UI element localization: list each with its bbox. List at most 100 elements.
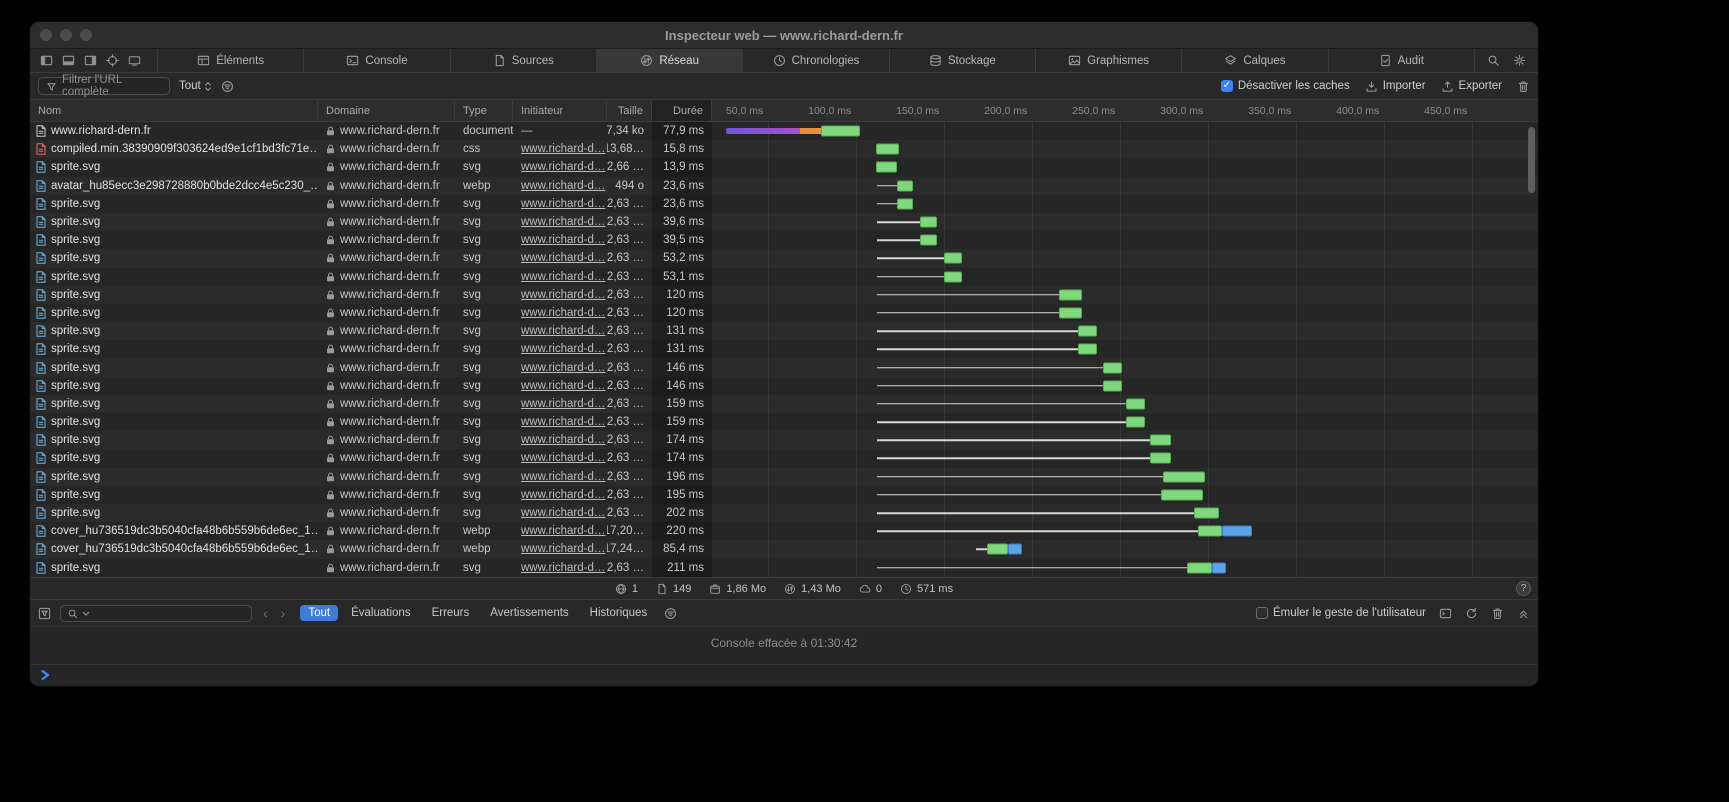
tab-elements[interactable]: Éléments (157, 49, 303, 72)
network-request-row[interactable]: sprite.svgwww.richard-dern.frsvgwww.rich… (30, 468, 1538, 486)
dock-bottom-icon[interactable] (62, 54, 75, 67)
network-request-row[interactable]: sprite.svgwww.richard-dern.frsvgwww.rich… (30, 213, 1538, 231)
console-pane-icon[interactable] (1439, 607, 1452, 620)
network-request-row[interactable]: sprite.svgwww.richard-dern.frsvgwww.rich… (30, 413, 1538, 431)
vertical-scrollbar[interactable] (1528, 127, 1535, 193)
request-initiator[interactable]: www.richard-d… (513, 395, 607, 413)
console-scope-avertissements[interactable]: Avertissements (482, 605, 576, 621)
column-header-duration[interactable]: Durée (652, 100, 712, 121)
request-initiator[interactable]: www.richard-d… (513, 158, 607, 176)
url-filter-input[interactable]: Filtrer l'URL complète (38, 77, 170, 95)
tab-network[interactable]: Réseau (596, 49, 742, 72)
zoom-button[interactable] (80, 29, 92, 41)
console-scope-tout[interactable]: Tout (300, 605, 338, 621)
network-request-row[interactable]: cover_hu736519dc3b5040cfa48b6b559b6de6ec… (30, 522, 1538, 540)
network-request-row[interactable]: sprite.svgwww.richard-dern.frsvgwww.rich… (30, 504, 1538, 522)
trash-icon[interactable] (1517, 80, 1530, 93)
network-request-row[interactable]: sprite.svgwww.richard-dern.frsvgwww.rich… (30, 304, 1538, 322)
gear-icon[interactable] (1513, 54, 1526, 67)
request-initiator[interactable]: www.richard-d… (513, 195, 607, 213)
trash-console-icon[interactable] (1491, 607, 1504, 620)
console-scope-filter-icon[interactable] (664, 607, 677, 620)
column-header-domain[interactable]: Domaine (318, 100, 455, 121)
tab-console[interactable]: Console (303, 49, 449, 72)
console-scope-historiques[interactable]: Historiques (582, 605, 656, 621)
console-filter-box-icon[interactable] (38, 607, 51, 620)
import-button[interactable]: Importer (1365, 80, 1426, 93)
network-request-row[interactable]: sprite.svgwww.richard-dern.frsvgwww.rich… (30, 340, 1538, 358)
request-initiator[interactable]: www.richard-d… (513, 340, 607, 358)
network-request-row[interactable]: sprite.svgwww.richard-dern.frsvgwww.rich… (30, 358, 1538, 376)
network-request-row[interactable]: sprite.svgwww.richard-dern.frsvgwww.rich… (30, 268, 1538, 286)
network-request-row[interactable]: avatar_hu85ecc3e298728880b0bde2dcc4e5c23… (30, 177, 1538, 195)
column-header-type[interactable]: Type (455, 100, 513, 121)
request-initiator[interactable]: www.richard-d… (513, 522, 607, 540)
close-button[interactable] (40, 29, 52, 41)
network-request-row[interactable]: sprite.svgwww.richard-dern.frsvgwww.rich… (30, 377, 1538, 395)
request-initiator[interactable]: www.richard-d… (513, 431, 607, 449)
search-icon[interactable] (1487, 54, 1500, 67)
column-header-name[interactable]: Nom (30, 100, 318, 121)
tab-audit[interactable]: Audit (1328, 49, 1475, 72)
network-request-row[interactable]: sprite.svgwww.richard-dern.frsvgwww.rich… (30, 559, 1538, 577)
column-filter-icon[interactable] (221, 80, 234, 93)
network-request-row[interactable]: cover_hu736519dc3b5040cfa48b6b559b6de6ec… (30, 540, 1538, 558)
request-initiator[interactable]: www.richard-d… (513, 213, 607, 231)
network-request-row[interactable]: sprite.svgwww.richard-dern.frsvgwww.rich… (30, 195, 1538, 213)
request-initiator[interactable]: www.richard-d… (513, 322, 607, 340)
column-header-size[interactable]: Taille (607, 100, 652, 121)
request-initiator[interactable]: www.richard-d… (513, 358, 607, 376)
console-scope-évaluations[interactable]: Évaluations (343, 605, 418, 621)
network-request-row[interactable]: sprite.svgwww.richard-dern.frsvgwww.rich… (30, 158, 1538, 176)
request-initiator[interactable]: www.richard-d… (513, 449, 607, 467)
request-initiator[interactable]: www.richard-d… (513, 377, 607, 395)
network-request-row[interactable]: sprite.svgwww.richard-dern.frsvgwww.rich… (30, 231, 1538, 249)
column-header-initiator[interactable]: Initiateur (513, 100, 607, 121)
network-request-row[interactable]: sprite.svgwww.richard-dern.frsvgwww.rich… (30, 395, 1538, 413)
request-initiator[interactable]: www.richard-d… (513, 413, 607, 431)
network-request-row[interactable]: compiled.min.38390909f303624ed9e1cf1bd3f… (30, 140, 1538, 158)
request-initiator[interactable]: www.richard-d… (513, 231, 607, 249)
network-request-row[interactable]: www.richard-dern.frwww.richard-dern.frdo… (30, 122, 1538, 140)
timeline-tick-label: 400,0 ms (1336, 100, 1384, 121)
emulate-gesture-checkbox[interactable]: Émuler le geste de l'utilisateur (1256, 607, 1426, 619)
export-button[interactable]: Exporter (1441, 80, 1502, 93)
clear-history-icon[interactable] (1465, 607, 1478, 620)
tab-sources[interactable]: Sources (450, 49, 596, 72)
device-icon[interactable] (128, 54, 141, 67)
type-scope-dropdown[interactable]: Tout (179, 80, 212, 92)
request-initiator[interactable]: www.richard-d… (513, 286, 607, 304)
request-initiator[interactable]: www.richard-d… (513, 304, 607, 322)
request-initiator[interactable]: www.richard-d… (513, 140, 607, 158)
console-scope-erreurs[interactable]: Erreurs (424, 605, 478, 621)
tab-timelines[interactable]: Chronologies (742, 49, 888, 72)
request-initiator[interactable]: www.richard-d… (513, 468, 607, 486)
request-initiator[interactable]: www.richard-d… (513, 559, 607, 577)
network-request-row[interactable]: sprite.svgwww.richard-dern.frsvgwww.rich… (30, 322, 1538, 340)
network-request-row[interactable]: sprite.svgwww.richard-dern.frsvgwww.rich… (30, 286, 1538, 304)
disable-caches-checkbox[interactable]: ✓ Désactiver les caches (1221, 80, 1350, 92)
tab-graphics[interactable]: Graphismes (1035, 49, 1181, 72)
request-initiator[interactable]: www.richard-d… (513, 268, 607, 286)
request-initiator[interactable]: www.richard-d… (513, 540, 607, 558)
help-button[interactable]: ? (1516, 581, 1531, 596)
tab-storage[interactable]: Stockage (889, 49, 1035, 72)
console-back-button[interactable]: ‹ (261, 606, 270, 620)
collapse-chevrons-icon[interactable] (1517, 607, 1530, 620)
network-request-row[interactable]: sprite.svgwww.richard-dern.frsvgwww.rich… (30, 249, 1538, 267)
dock-left-icon[interactable] (40, 54, 53, 67)
network-request-row[interactable]: sprite.svgwww.richard-dern.frsvgwww.rich… (30, 486, 1538, 504)
console-search-input[interactable] (60, 605, 252, 622)
request-initiator[interactable]: www.richard-d… (513, 177, 607, 195)
inspect-element-icon[interactable] (106, 54, 119, 67)
dock-right-icon[interactable] (84, 54, 97, 67)
tab-layers[interactable]: Calques (1181, 49, 1327, 72)
request-initiator[interactable]: www.richard-d… (513, 249, 607, 267)
request-initiator[interactable]: www.richard-d… (513, 486, 607, 504)
request-initiator[interactable]: www.richard-d… (513, 504, 607, 522)
console-prompt[interactable] (30, 664, 1538, 685)
minimize-button[interactable] (60, 29, 72, 41)
network-request-row[interactable]: sprite.svgwww.richard-dern.frsvgwww.rich… (30, 449, 1538, 467)
network-request-row[interactable]: sprite.svgwww.richard-dern.frsvgwww.rich… (30, 431, 1538, 449)
console-forward-button[interactable]: › (279, 606, 288, 620)
